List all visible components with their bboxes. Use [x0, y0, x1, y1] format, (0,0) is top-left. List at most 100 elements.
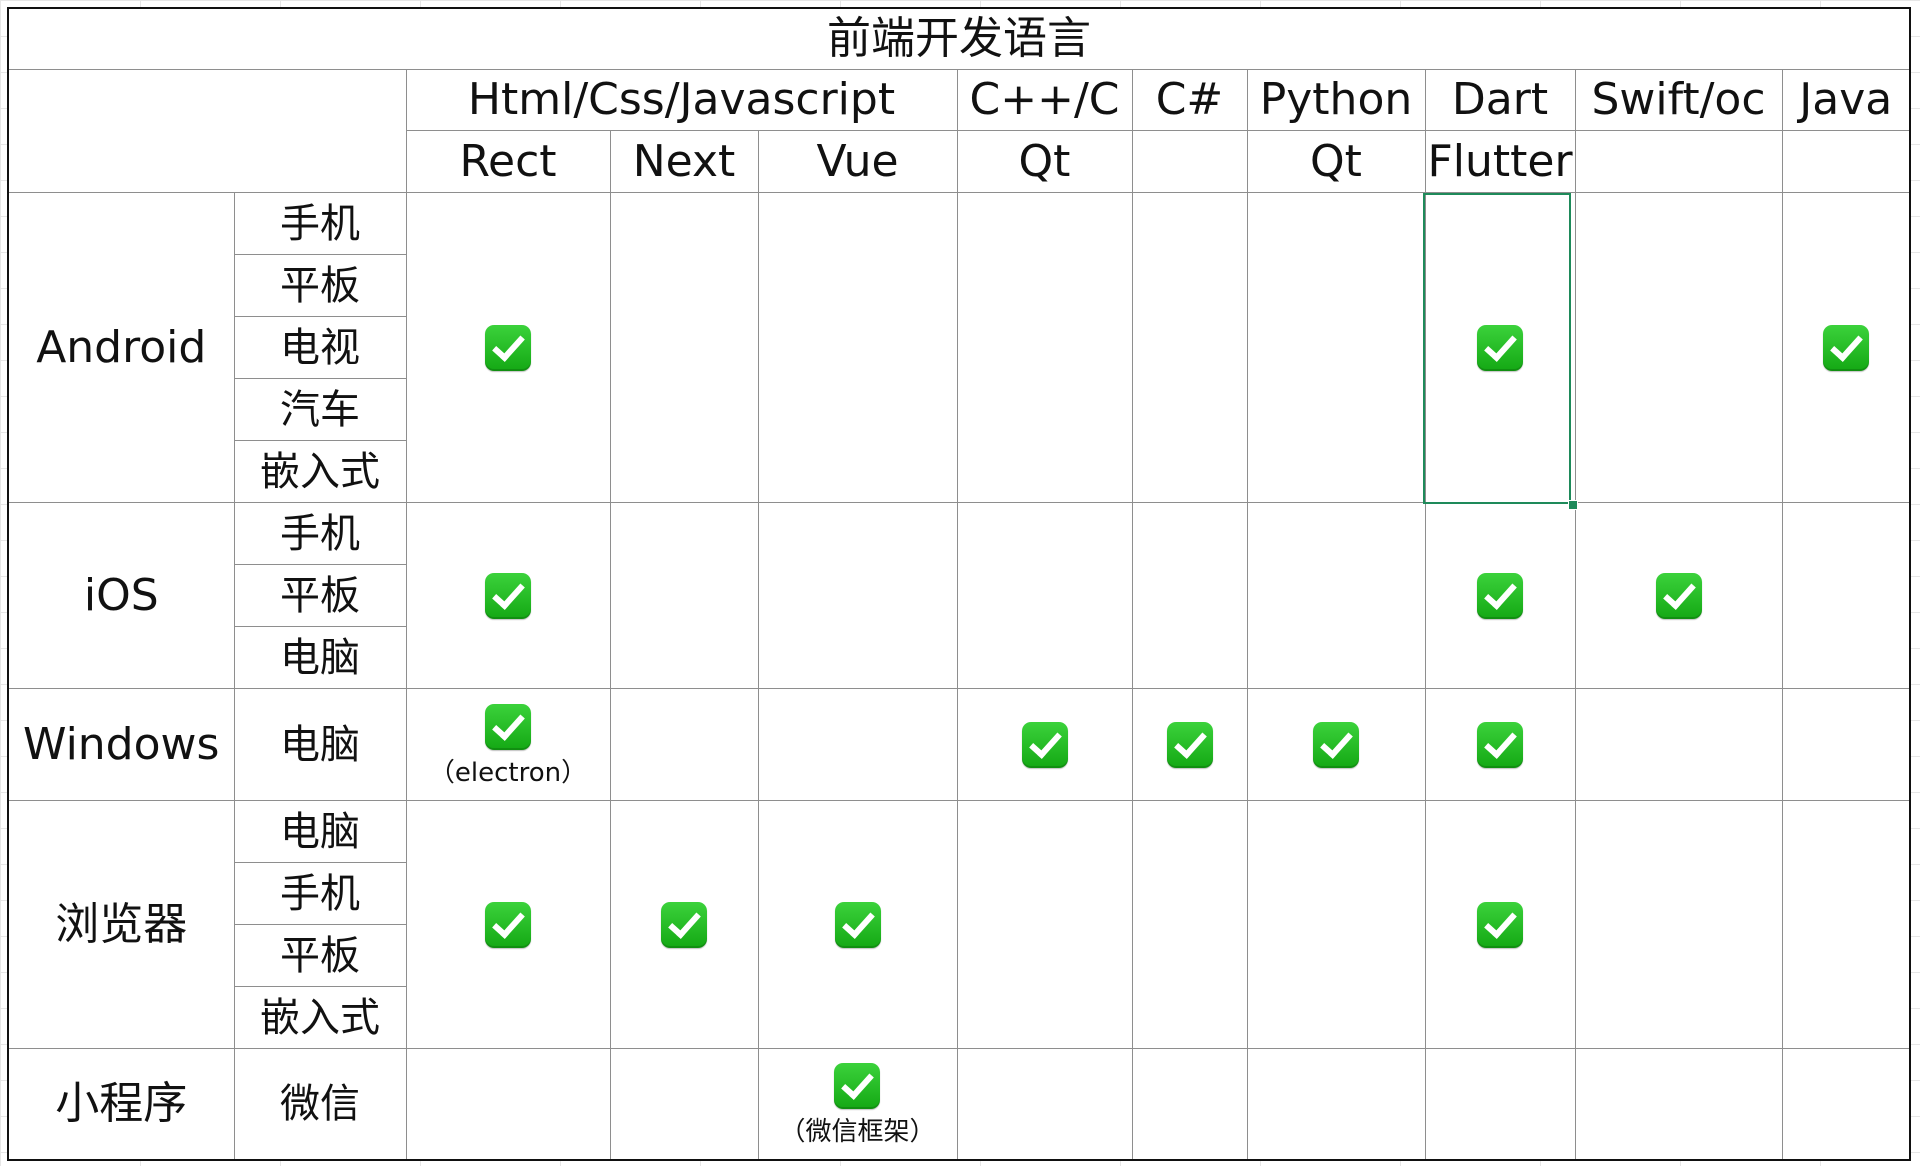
device-cell[interactable]: 嵌入式: [233, 986, 407, 1049]
miniprogram-swift-cell[interactable]: [1574, 1048, 1783, 1161]
device-cell[interactable]: 手机: [233, 192, 407, 255]
ios-next-cell[interactable]: [609, 502, 759, 689]
device-cell[interactable]: 电视: [233, 316, 407, 379]
windows-react-cell[interactable]: （electron）: [405, 688, 611, 801]
framework-header-python-qt[interactable]: Qt: [1246, 130, 1426, 193]
miniprogram-react-cell[interactable]: [405, 1048, 611, 1161]
language-header-java[interactable]: Java: [1781, 69, 1911, 131]
android-vue-cell[interactable]: [757, 192, 958, 503]
selection-fill-handle[interactable]: [1568, 500, 1578, 510]
framework-header-flutter[interactable]: Flutter: [1424, 130, 1576, 193]
language-label-python: Python: [1259, 74, 1413, 125]
check-mark-icon: [485, 324, 531, 371]
language-header-cpp[interactable]: C++/C: [956, 69, 1133, 131]
browser-flutter-cell[interactable]: [1424, 800, 1576, 1049]
browser-csharp-cell[interactable]: [1131, 800, 1248, 1049]
miniprogram-java-cell[interactable]: [1781, 1048, 1911, 1161]
framework-header-vue[interactable]: Vue: [757, 130, 958, 193]
windows-csharp-cell[interactable]: [1131, 688, 1248, 801]
device-cell[interactable]: 电脑: [233, 688, 407, 801]
ios-cpp-cell[interactable]: [956, 502, 1133, 689]
android-react-cell[interactable]: [405, 192, 611, 503]
device-label: 手机: [280, 510, 360, 557]
ios-flutter-cell[interactable]: [1424, 502, 1576, 689]
ios-python-cell[interactable]: [1246, 502, 1426, 689]
device-label: 平板: [280, 932, 360, 979]
framework-label-vue: Vue: [816, 135, 899, 187]
browser-vue-cell[interactable]: [757, 800, 958, 1049]
framework-label-flutter: Flutter: [1427, 135, 1573, 187]
device-cell[interactable]: 平板: [233, 254, 407, 317]
windows-flutter-cell[interactable]: [1424, 688, 1576, 801]
ios-vue-cell[interactable]: [757, 502, 958, 689]
language-header-python[interactable]: Python: [1246, 69, 1426, 131]
framework-header-java-blank[interactable]: [1781, 130, 1911, 193]
language-header-dart[interactable]: Dart: [1424, 69, 1576, 131]
miniprogram-vue-cell[interactable]: （微信框架）: [757, 1048, 958, 1161]
device-cell[interactable]: 平板: [233, 564, 407, 627]
framework-header-swift-blank[interactable]: [1574, 130, 1783, 193]
language-header-html[interactable]: Html/Css/Javascript: [405, 69, 958, 131]
check-mark-icon: [485, 901, 531, 948]
corner-blank-cell[interactable]: [7, 69, 407, 193]
framework-label-react: Rect: [459, 135, 557, 187]
android-csharp-cell[interactable]: [1131, 192, 1248, 503]
android-java-cell[interactable]: [1781, 192, 1911, 503]
ios-swift-cell[interactable]: [1574, 502, 1783, 689]
wechat-framework-note: （微信框架）: [779, 1117, 936, 1147]
miniprogram-cpp-cell[interactable]: [956, 1048, 1133, 1161]
framework-header-cpp-qt[interactable]: Qt: [956, 130, 1133, 193]
windows-vue-cell[interactable]: [757, 688, 958, 801]
android-cpp-cell[interactable]: [956, 192, 1133, 503]
windows-java-cell[interactable]: [1781, 688, 1911, 801]
windows-python-cell[interactable]: [1246, 688, 1426, 801]
check-mark-icon: [485, 703, 531, 750]
platform-windows-cell[interactable]: Windows: [7, 688, 235, 801]
framework-header-csharp-blank[interactable]: [1131, 130, 1248, 193]
android-next-cell[interactable]: [609, 192, 759, 503]
android-python-cell[interactable]: [1246, 192, 1426, 503]
platform-miniprogram-cell[interactable]: 小程序: [7, 1048, 235, 1161]
framework-header-next[interactable]: Next: [609, 130, 759, 193]
android-swift-cell[interactable]: [1574, 192, 1783, 503]
ios-react-cell[interactable]: [405, 502, 611, 689]
device-label: 平板: [280, 572, 360, 619]
device-cell[interactable]: 微信: [233, 1048, 407, 1161]
miniprogram-flutter-cell[interactable]: [1424, 1048, 1576, 1161]
windows-swift-cell[interactable]: [1574, 688, 1783, 801]
device-cell[interactable]: 嵌入式: [233, 440, 407, 503]
browser-react-cell[interactable]: [405, 800, 611, 1049]
platform-ios-cell[interactable]: iOS: [7, 502, 235, 689]
browser-python-cell[interactable]: [1246, 800, 1426, 1049]
windows-cpp-cell[interactable]: [956, 688, 1133, 801]
platform-label-windows: Windows: [23, 718, 220, 770]
browser-cpp-cell[interactable]: [956, 800, 1133, 1049]
device-cell[interactable]: 电脑: [233, 800, 407, 863]
miniprogram-next-cell[interactable]: [609, 1048, 759, 1161]
miniprogram-csharp-cell[interactable]: [1131, 1048, 1248, 1161]
browser-next-cell[interactable]: [609, 800, 759, 1049]
check-mark-icon: [1166, 721, 1213, 768]
device-cell[interactable]: 电脑: [233, 626, 407, 689]
device-cell[interactable]: 手机: [233, 502, 407, 565]
device-cell[interactable]: 汽车: [233, 378, 407, 441]
device-cell[interactable]: 平板: [233, 924, 407, 987]
ios-csharp-cell[interactable]: [1131, 502, 1248, 689]
table-title-cell[interactable]: 前端开发语言: [7, 7, 1911, 70]
browser-swift-cell[interactable]: [1574, 800, 1783, 1049]
framework-header-react[interactable]: Rect: [405, 130, 611, 193]
language-header-csharp[interactable]: C#: [1131, 69, 1248, 131]
device-cell[interactable]: 手机: [233, 862, 407, 925]
framework-label-next: Next: [632, 135, 736, 187]
language-header-swift[interactable]: Swift/oc: [1574, 69, 1783, 131]
framework-label-python-qt: Qt: [1310, 135, 1362, 187]
android-flutter-cell[interactable]: [1424, 192, 1576, 503]
windows-next-cell[interactable]: [609, 688, 759, 801]
platform-label-miniprogram: 小程序: [55, 1078, 188, 1129]
check-mark-icon: [1477, 721, 1523, 768]
miniprogram-python-cell[interactable]: [1246, 1048, 1426, 1161]
browser-java-cell[interactable]: [1781, 800, 1911, 1049]
ios-java-cell[interactable]: [1781, 502, 1911, 689]
platform-android-cell[interactable]: Android: [7, 192, 235, 503]
platform-browser-cell[interactable]: 浏览器: [7, 800, 235, 1049]
